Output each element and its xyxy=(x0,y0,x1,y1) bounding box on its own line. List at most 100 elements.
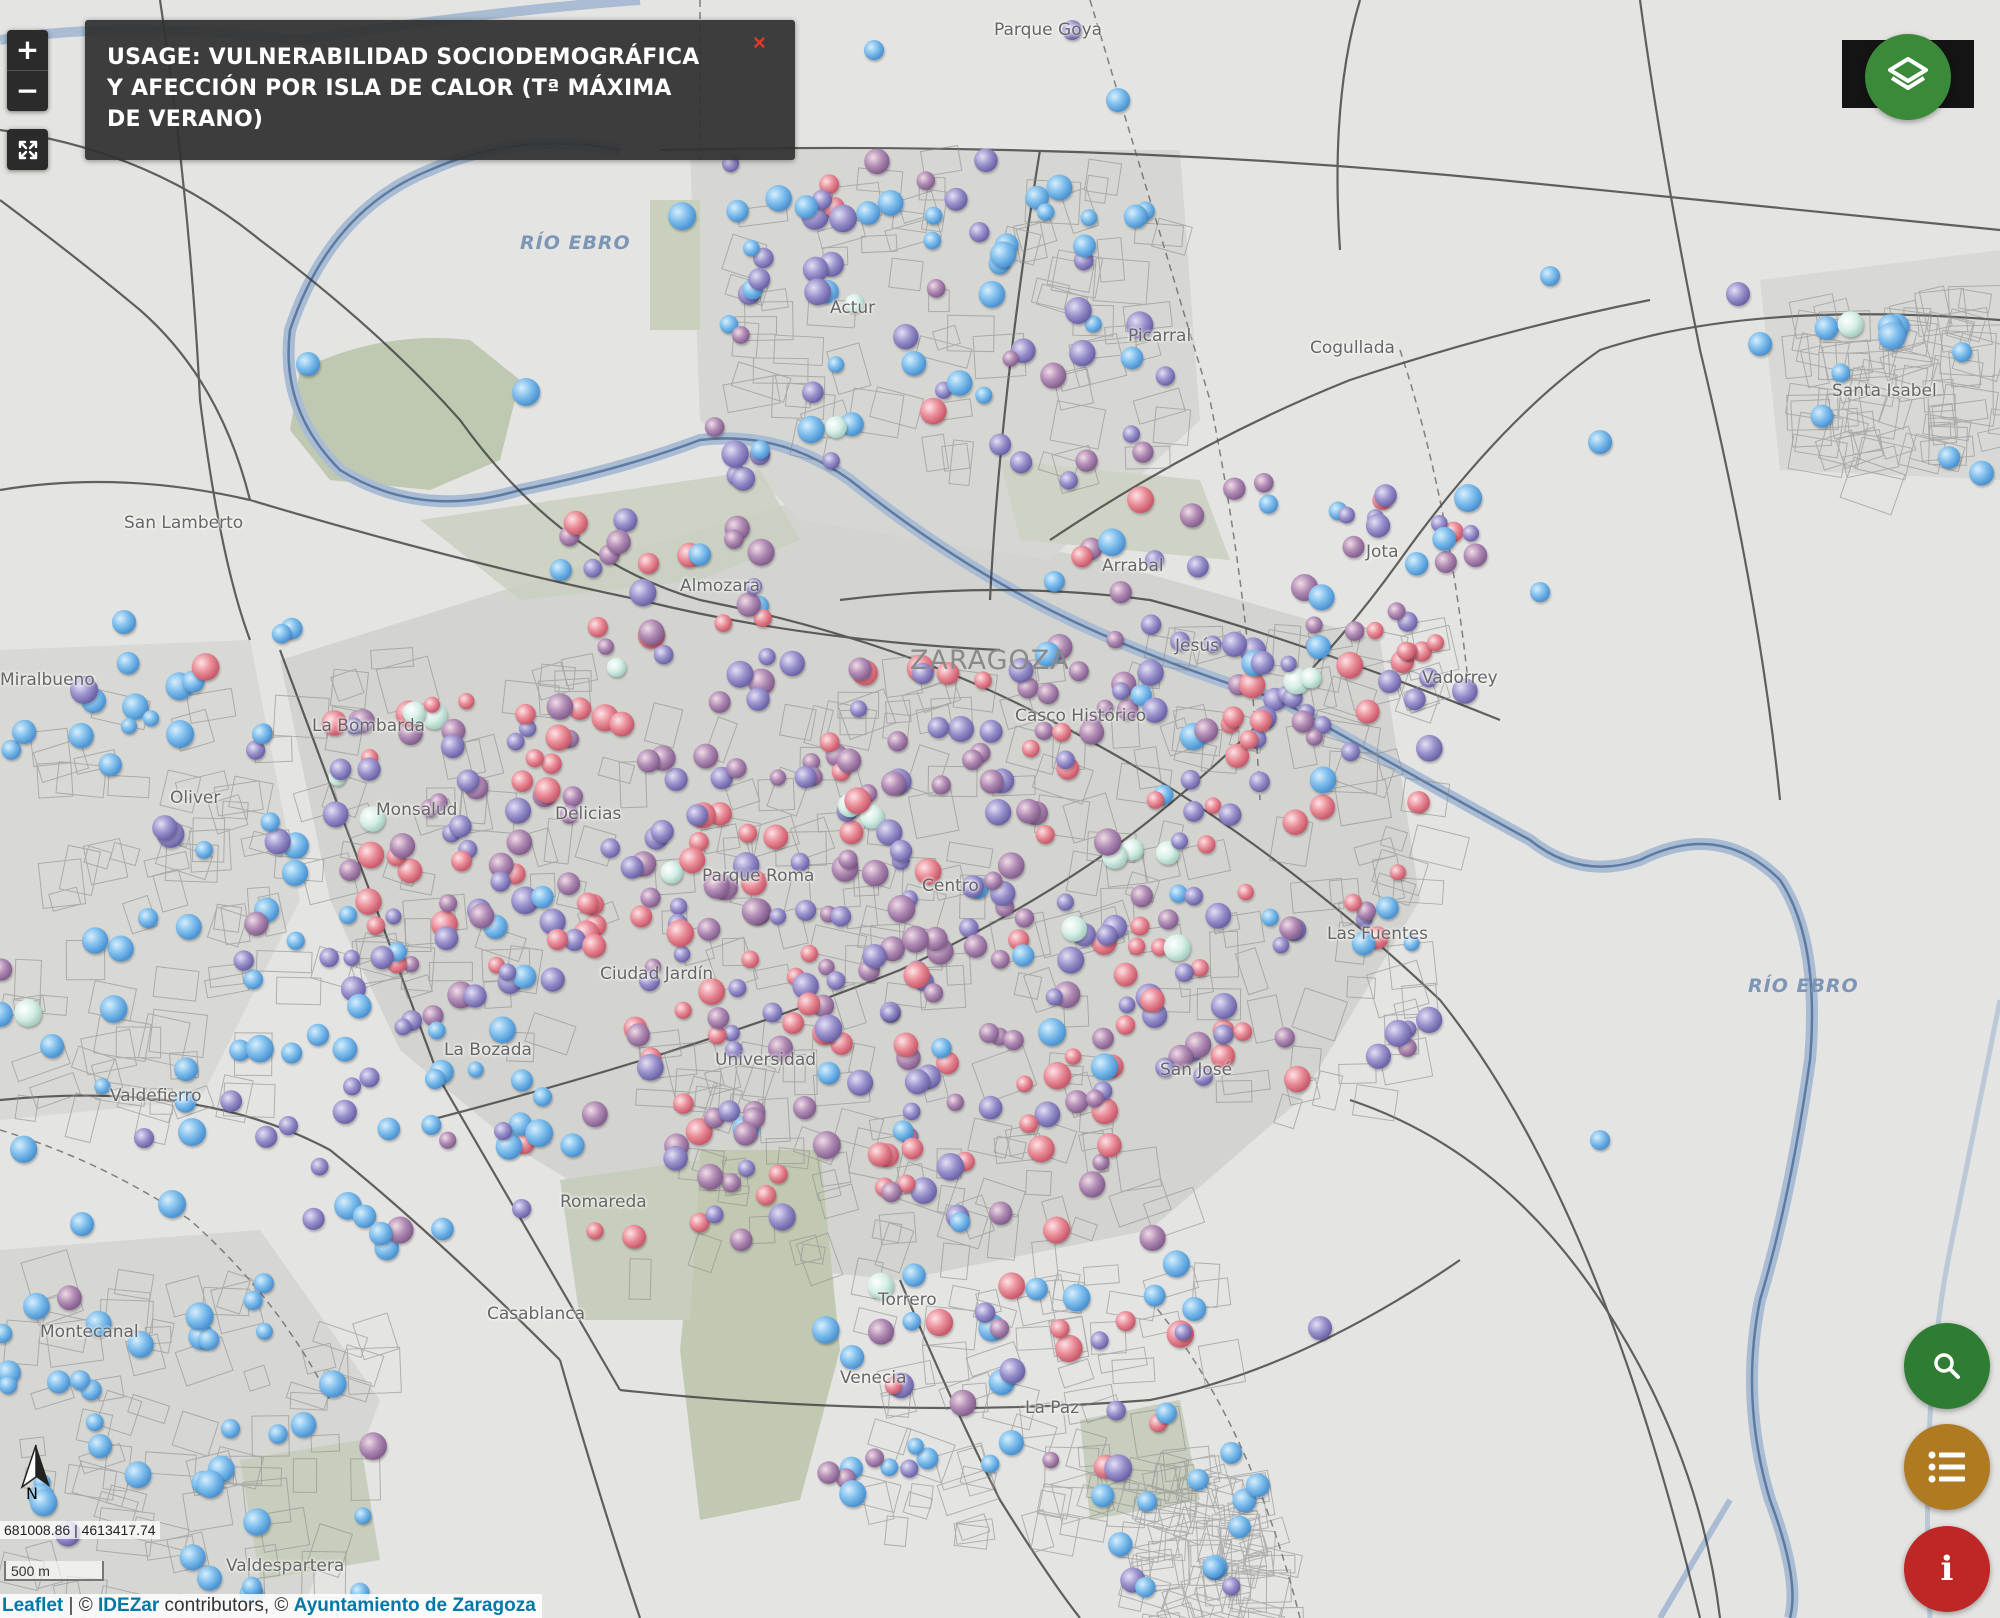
vulnerability-marker[interactable] xyxy=(893,1032,919,1058)
vulnerability-marker[interactable] xyxy=(1205,902,1232,929)
vulnerability-marker[interactable] xyxy=(343,949,360,966)
vulnerability-marker[interactable] xyxy=(1040,362,1067,389)
idezar-link[interactable]: IDEZar xyxy=(98,1595,159,1616)
vulnerability-marker[interactable] xyxy=(1814,315,1839,340)
vulnerability-marker[interactable] xyxy=(1341,742,1360,762)
vulnerability-marker[interactable] xyxy=(867,1142,892,1167)
vulnerability-marker[interactable] xyxy=(1155,1402,1177,1424)
vulnerability-marker[interactable] xyxy=(302,1207,325,1230)
vulnerability-marker[interactable] xyxy=(377,1117,401,1141)
vulnerability-marker[interactable] xyxy=(343,1077,362,1096)
vulnerability-marker[interactable] xyxy=(1027,1135,1055,1163)
vulnerability-marker[interactable] xyxy=(179,1544,206,1571)
vulnerability-marker[interactable] xyxy=(511,770,533,792)
vulnerability-marker[interactable] xyxy=(1090,1331,1109,1350)
vulnerability-marker[interactable] xyxy=(733,1121,758,1146)
vulnerability-marker[interactable] xyxy=(738,823,758,843)
vulnerability-marker[interactable] xyxy=(1056,750,1075,770)
vulnerability-marker[interactable] xyxy=(268,1424,288,1444)
vulnerability-marker[interactable] xyxy=(748,268,771,290)
vulnerability-marker[interactable] xyxy=(1250,650,1275,675)
vulnerability-marker[interactable] xyxy=(1139,1224,1166,1251)
vulnerability-marker[interactable] xyxy=(755,1184,777,1206)
vulnerability-marker[interactable] xyxy=(1407,791,1430,814)
vulnerability-marker[interactable] xyxy=(903,961,930,989)
vulnerability-marker[interactable] xyxy=(191,653,220,681)
vulnerability-marker[interactable] xyxy=(889,839,913,863)
vulnerability-marker[interactable] xyxy=(1073,234,1096,258)
vulnerability-marker[interactable] xyxy=(797,415,825,444)
vulnerability-marker[interactable] xyxy=(794,765,817,789)
vulnerability-marker[interactable] xyxy=(352,1204,377,1229)
vulnerability-marker[interactable] xyxy=(1239,730,1259,749)
vulnerability-marker[interactable] xyxy=(557,872,580,896)
vulnerability-marker[interactable] xyxy=(12,720,36,744)
info-button[interactable]: i xyxy=(1904,1526,1990,1612)
vulnerability-marker[interactable] xyxy=(99,995,128,1023)
vulnerability-marker[interactable] xyxy=(1002,350,1019,367)
vulnerability-marker[interactable] xyxy=(819,732,840,753)
vulnerability-marker[interactable] xyxy=(765,185,792,212)
vulnerability-marker[interactable] xyxy=(746,687,770,711)
vulnerability-marker[interactable] xyxy=(1158,909,1179,930)
vulnerability-marker[interactable] xyxy=(1042,1451,1059,1469)
vulnerability-marker[interactable] xyxy=(1106,630,1124,649)
vulnerability-marker[interactable] xyxy=(1171,832,1188,850)
vulnerability-marker[interactable] xyxy=(901,350,927,376)
vulnerability-marker[interactable] xyxy=(369,1221,393,1246)
vulnerability-marker[interactable] xyxy=(999,1358,1026,1384)
vulnerability-marker[interactable] xyxy=(726,199,749,222)
vulnerability-marker[interactable] xyxy=(1080,209,1098,226)
vulnerability-marker[interactable] xyxy=(902,1102,921,1121)
vulnerability-marker[interactable] xyxy=(1366,621,1384,639)
vulnerability-marker[interactable] xyxy=(1016,1075,1033,1093)
vulnerability-marker[interactable] xyxy=(389,833,416,859)
leaflet-link[interactable]: Leaflet xyxy=(2,1595,63,1616)
ayuntamiento-link[interactable]: Ayuntamiento de Zaragoza xyxy=(294,1595,536,1616)
vulnerability-marker[interactable] xyxy=(85,1413,104,1431)
vulnerability-marker[interactable] xyxy=(252,724,272,744)
vulnerability-marker[interactable] xyxy=(1120,346,1144,370)
vulnerability-marker[interactable] xyxy=(1174,963,1194,982)
vulnerability-marker[interactable] xyxy=(1432,526,1457,551)
vulnerability-marker[interactable] xyxy=(1085,1089,1104,1108)
vulnerability-marker[interactable] xyxy=(931,1037,952,1058)
vulnerability-marker[interactable] xyxy=(674,1001,692,1019)
vulnerability-marker[interactable] xyxy=(1308,1316,1332,1340)
vulnerability-marker[interactable] xyxy=(1416,734,1443,762)
vulnerability-marker[interactable] xyxy=(758,648,776,666)
vulnerability-marker[interactable] xyxy=(1174,1323,1192,1341)
vulnerability-marker[interactable] xyxy=(1590,1130,1610,1150)
vulnerability-marker[interactable] xyxy=(962,749,983,770)
vulnerability-marker[interactable] xyxy=(1055,1334,1083,1363)
vulnerability-marker[interactable] xyxy=(969,222,990,243)
legend-button[interactable] xyxy=(1904,1424,1990,1510)
vulnerability-marker[interactable] xyxy=(762,1002,783,1023)
vulnerability-marker[interactable] xyxy=(1305,616,1323,634)
vulnerability-marker[interactable] xyxy=(1163,934,1191,962)
vulnerability-marker[interactable] xyxy=(68,722,94,749)
vulnerability-marker[interactable] xyxy=(1837,311,1864,338)
vulnerability-marker[interactable] xyxy=(975,386,993,404)
vulnerability-marker[interactable] xyxy=(868,1318,894,1345)
vulnerability-marker[interactable] xyxy=(814,1014,843,1043)
vulnerability-marker[interactable] xyxy=(856,201,881,225)
vulnerability-marker[interactable] xyxy=(1009,451,1033,474)
vulnerability-marker[interactable] xyxy=(989,241,1017,268)
vulnerability-marker[interactable] xyxy=(1204,797,1222,814)
vulnerability-marker[interactable] xyxy=(931,775,951,795)
vulnerability-marker[interactable] xyxy=(817,1461,840,1484)
vulnerability-marker[interactable] xyxy=(978,1095,1003,1120)
vulnerability-marker[interactable] xyxy=(600,838,620,858)
vulnerability-marker[interactable] xyxy=(1427,634,1444,652)
vulnerability-marker[interactable] xyxy=(630,905,653,928)
vulnerability-marker[interactable] xyxy=(989,1318,1010,1339)
vulnerability-marker[interactable] xyxy=(357,757,381,781)
vulnerability-marker[interactable] xyxy=(1396,641,1416,661)
vulnerability-marker[interactable] xyxy=(220,1418,240,1439)
vulnerability-marker[interactable] xyxy=(490,871,511,892)
vulnerability-marker[interactable] xyxy=(1540,266,1560,286)
vulnerability-marker[interactable] xyxy=(609,711,635,737)
vulnerability-marker[interactable] xyxy=(1016,798,1041,824)
vulnerability-marker[interactable] xyxy=(693,743,719,769)
